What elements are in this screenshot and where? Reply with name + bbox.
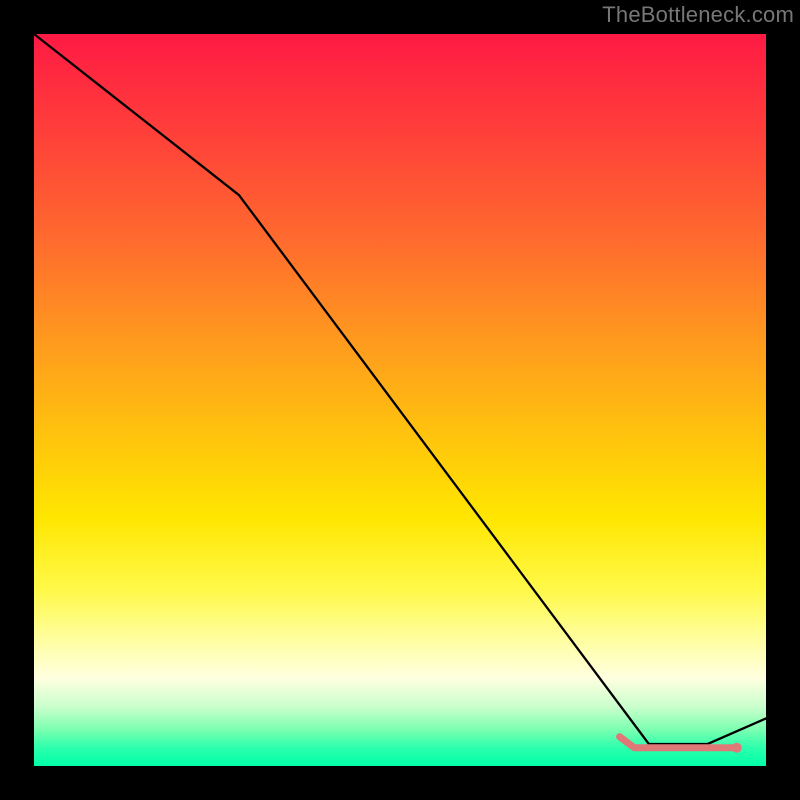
curve-line [34, 34, 766, 744]
chart-container: TheBottleneck.com [0, 0, 800, 800]
optimal-range-end-dot [732, 743, 742, 753]
plot-area [34, 34, 766, 766]
attribution-text: TheBottleneck.com [602, 2, 794, 28]
plot-svg [34, 34, 766, 766]
